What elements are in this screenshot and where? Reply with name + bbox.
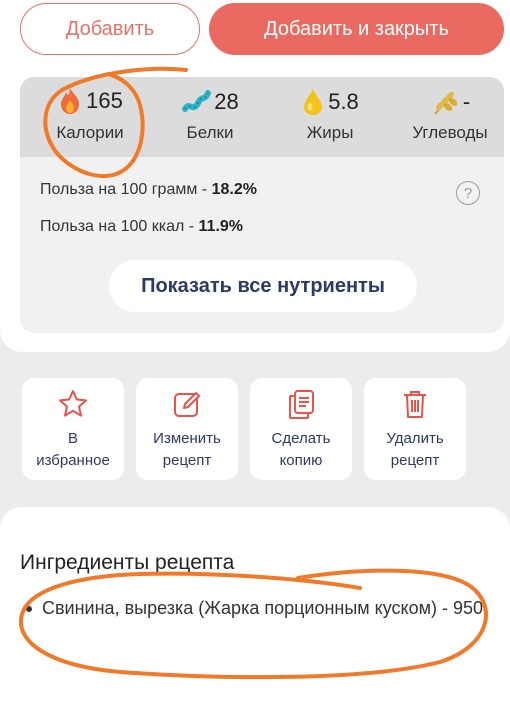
fat-value: 5.8	[328, 89, 359, 114]
benefit-per-100g-value: 18.2%	[211, 181, 257, 198]
protein-value: 28	[214, 89, 239, 114]
delete-recipe-label: Удалить рецепт	[364, 428, 466, 472]
ingredients-card: Ингредиенты рецепта Свинина, вырезка (Жа…	[0, 507, 510, 707]
favorite-tile[interactable]: В избранное	[22, 378, 124, 480]
edit-recipe-label: Изменить рецепт	[136, 428, 238, 472]
copy-recipe-tile[interactable]: Сделать копию	[250, 378, 352, 480]
copy-recipe-label-line2: копию	[279, 452, 323, 469]
macro-strip: 165 Калории 28 Белки 5.8 Жиры - Углеводы	[20, 77, 504, 157]
copy-icon	[289, 390, 314, 419]
delete-recipe-tile[interactable]: Удалить рецепт	[364, 378, 466, 480]
edit-icon	[174, 392, 200, 417]
carbs-label: Углеводы	[412, 123, 488, 142]
copy-recipe-label-line1: Сделать	[271, 430, 331, 447]
trash-icon	[404, 391, 426, 418]
add-button[interactable]: Добавить	[20, 3, 200, 55]
help-icon[interactable]: ?	[456, 181, 480, 205]
add-and-close-button[interactable]: Добавить и закрыть	[209, 3, 504, 55]
edit-recipe-tile[interactable]: Изменить рецепт	[136, 378, 238, 480]
star-icon	[59, 390, 87, 417]
macro-protein: 28 Белки	[150, 77, 270, 157]
favorite-label-line2: избранное	[36, 452, 110, 469]
copy-recipe-label: Сделать копию	[250, 428, 352, 472]
macro-fat: 5.8 Жиры	[270, 77, 390, 157]
carbs-value: -	[462, 89, 471, 114]
macro-carbs: - Углеводы	[390, 77, 504, 157]
delete-recipe-label-line1: Удалить	[386, 430, 444, 447]
benefit-per-100g: Польза на 100 грамм - 18.2%	[40, 181, 257, 199]
delete-recipe-label-line2: рецепт	[390, 452, 440, 469]
list-bullet	[26, 606, 32, 612]
calories-value: 165	[86, 88, 123, 113]
ingredient-item: Свинина, вырезка (Жарка порционным куско…	[42, 598, 484, 618]
fat-label: Жиры	[306, 123, 354, 142]
protein-label: Белки	[186, 123, 234, 142]
nutrition-panel: 165 Калории 28 Белки 5.8 Жиры - Углеводы…	[20, 77, 504, 333]
top-card: Добавить Добавить и закрыть 165 Калории	[0, 0, 510, 352]
wheat-icon	[434, 91, 458, 115]
macro-calories: 165 Калории	[30, 77, 150, 157]
flame-icon	[61, 88, 80, 114]
favorite-label: В избранное	[22, 428, 124, 472]
benefit-per-100kcal-label: Польза на 100 ккал -	[40, 218, 199, 235]
protein-icon	[182, 90, 212, 112]
benefit-per-100kcal-value: 11.9%	[198, 218, 244, 235]
edit-recipe-label-line2: рецепт	[162, 452, 212, 469]
edit-recipe-label-line1: Изменить	[153, 430, 221, 447]
show-all-nutrients-button[interactable]: Показать все нутриенты	[109, 260, 417, 312]
fat-drop-icon	[304, 89, 323, 115]
benefit-per-100kcal: Польза на 100 ккал - 11.9%	[40, 218, 243, 236]
favorite-label-line1: В	[67, 430, 78, 447]
benefit-per-100g-label: Польза на 100 грамм -	[40, 181, 212, 198]
calories-label: Калории	[56, 123, 124, 142]
ingredients-title: Ингредиенты рецепта	[20, 551, 235, 574]
